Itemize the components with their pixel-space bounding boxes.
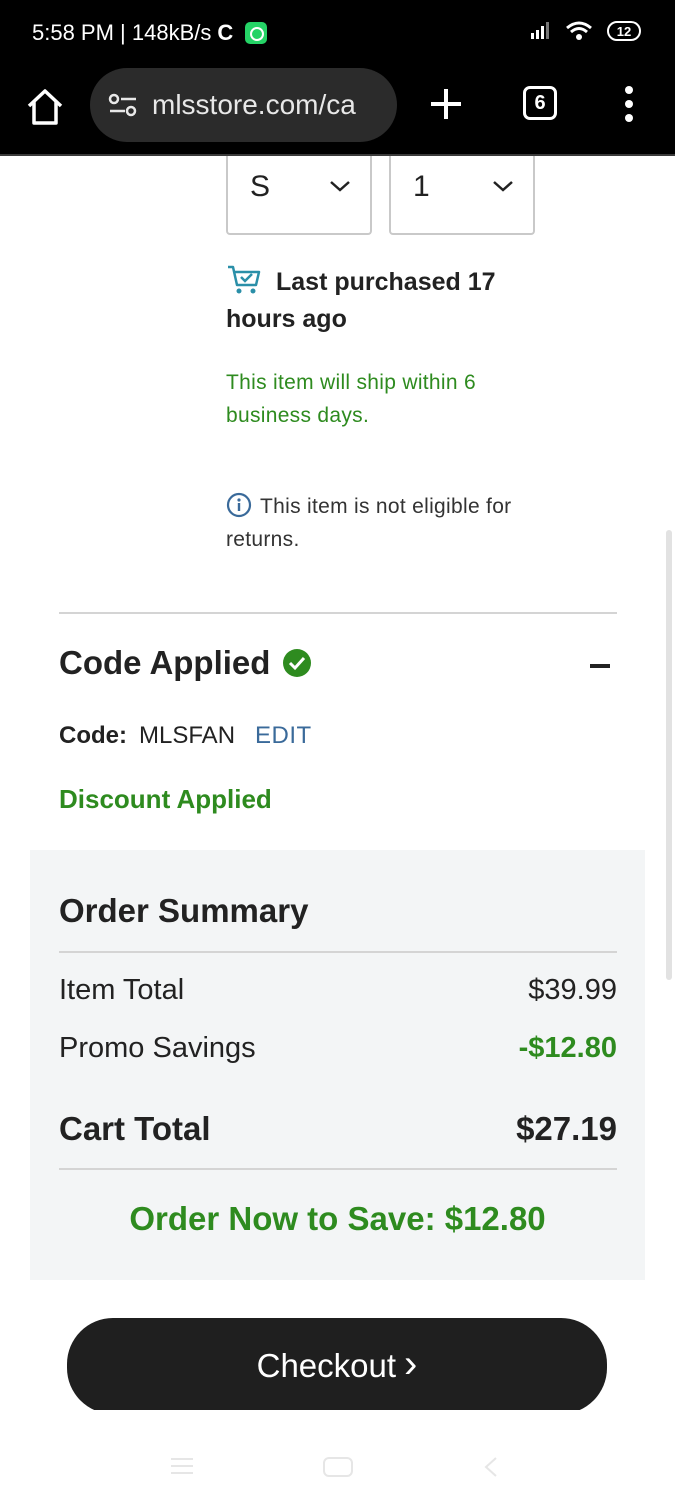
quantity-select[interactable]: 1 [389,156,535,235]
returns-note: This item is not eligible for returns. [226,490,586,556]
recents-icon[interactable] [170,1456,194,1476]
promo-savings-value: -$12.80 [518,1032,617,1064]
code-applied-heading[interactable]: Code Applied [59,644,312,682]
size-select[interactable]: S [226,156,372,235]
quantity-value: 1 [413,170,430,203]
status-left: 5:58 PM | 148kB/s C [32,20,268,46]
promo-savings-row: Promo Savings -$12.80 [59,1032,617,1065]
order-summary-title: Order Summary [59,892,309,929]
code-value: MLSFAN [139,722,236,749]
whatsapp-icon [245,22,268,44]
item-total-value: $39.99 [528,974,617,1006]
url-text[interactable]: mlsstore.com/ca [152,89,356,121]
cart-total-row: Cart Total $27.19 [59,1110,617,1148]
item-total-label: Item Total [59,974,185,1006]
last-purchased-note: Last purchased 17 hours ago [226,264,526,338]
divider [59,951,617,953]
signal-icon [531,22,549,39]
last-purchased-text: Last purchased 17 hours ago [226,268,496,333]
wifi-icon [566,21,592,40]
site-settings-icon[interactable] [108,92,138,118]
chevron-down-icon [330,181,350,192]
check-circle-icon [283,649,312,677]
save-message: Order Now to Save: $12.80 [129,1200,546,1237]
new-tab-icon[interactable] [428,86,464,122]
cart-total-label: Cart Total [59,1110,211,1147]
time-and-speed: 5:58 PM | 148kB/s [32,20,212,45]
battery-icon: 12 [607,21,641,41]
returns-text: This item is not eligible for returns. [226,495,512,551]
cart-check-icon [228,265,261,294]
edit-code-link[interactable]: EDIT [255,722,312,750]
discount-applied-label: Discount Applied [59,784,272,814]
home-icon[interactable] [24,86,66,128]
back-icon[interactable] [482,1456,500,1478]
shipping-note: This item will ship within 6 business da… [226,371,476,427]
divider [59,1168,617,1170]
code-row: Code: MLSFAN EDIT [59,722,312,750]
info-icon [226,492,252,518]
status-right: 12 [529,20,641,42]
browser-menu-icon[interactable] [619,86,639,122]
tab-switcher-button[interactable]: 6 [523,86,557,120]
page-scrollbar[interactable] [666,530,672,980]
checkout-button-wrapper: Checkout › [67,1318,607,1410]
home-nav-icon[interactable] [322,1456,354,1478]
promo-savings-label: Promo Savings [59,1032,256,1064]
chevron-right-icon: › [404,1341,418,1386]
address-bar[interactable]: mlsstore.com/ca [90,68,397,142]
order-summary: Order Summary Item Total $39.99 Promo Sa… [30,850,645,1280]
code-applied-title: Code Applied [59,644,271,681]
system-nav-bar [0,1410,675,1500]
status-bar: 5:58 PM | 148kB/s C 12 [0,0,675,66]
item-total-row: Item Total $39.99 [59,974,617,1007]
divider [59,612,617,614]
checkout-button[interactable]: Checkout › [67,1318,607,1410]
size-value: S [250,170,271,203]
sync-icon: C [217,20,234,45]
browser-toolbar: mlsstore.com/ca 6 [0,66,675,156]
code-label: Code: [59,722,127,749]
collapse-icon[interactable] [590,664,610,668]
cart-total-value: $27.19 [516,1110,617,1147]
checkout-label: Checkout [256,1347,397,1384]
chevron-down-icon [493,181,513,192]
